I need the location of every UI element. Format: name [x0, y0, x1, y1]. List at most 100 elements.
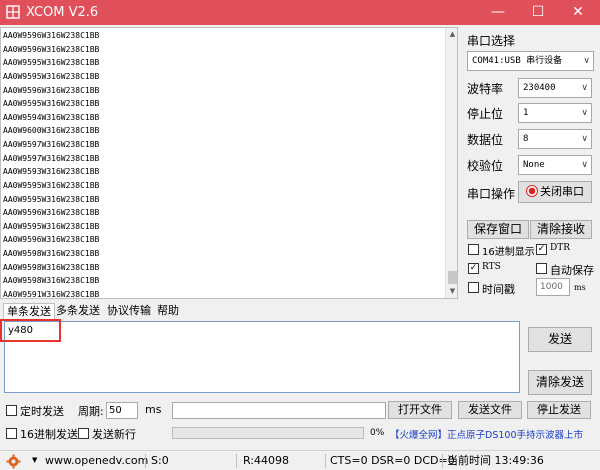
promo-link[interactable]: 【火爆全网】正点原子DS100手持示波器上市 [390, 427, 583, 441]
scroll-thumb[interactable] [448, 271, 457, 284]
baud-value: 230400 [523, 83, 556, 93]
hex-send-label: 16进制发送 [20, 428, 78, 441]
close-port-button[interactable]: 关闭串口 [518, 181, 592, 203]
website-label[interactable]: www.openedv.com [45, 451, 148, 470]
receive-line: AA0W9595W316W238C1BB [3, 58, 100, 68]
timed-send-label: 定时发送 [20, 405, 64, 418]
gear-icon[interactable] [6, 454, 21, 469]
chevron-down-icon: ∨ [581, 134, 588, 144]
main-window: AA0W9596W316W238C1BB AA0W9596W316W238C1BB… [0, 25, 600, 450]
status-separator [442, 454, 443, 468]
open-file-button[interactable]: 打开文件 [388, 401, 452, 419]
stopbits-select[interactable]: 1 ∨ [518, 103, 592, 123]
period-label: 周期: [78, 405, 104, 418]
timestamp-checkbox[interactable] [468, 282, 479, 293]
databits-label: 数据位 [467, 133, 504, 147]
send-label: 发送 [547, 332, 572, 346]
clear-receive-button[interactable]: 清除接收 [530, 220, 592, 239]
receive-line: AA0W9591W316W238C1BB [3, 289, 100, 299]
period-input[interactable]: 50 [106, 402, 138, 419]
baud-label: 波特率 [467, 82, 504, 96]
hex-send-checkbox[interactable] [6, 428, 17, 439]
send-newline-label: 发送新行 [92, 428, 136, 441]
receive-line: AA0W9595W316W238C1BB [3, 221, 100, 231]
receive-line: AA0W9598W316W238C1BB [3, 276, 100, 286]
port-operation-label: 串口操作 [467, 187, 516, 201]
receive-line: AA0W9596W316W238C1BB [3, 44, 100, 54]
close-window-button[interactable]: ✕ [558, 0, 598, 25]
scroll-up-icon[interactable]: ▲ [446, 28, 457, 41]
auto-save-label: 自动保存 [550, 264, 594, 277]
promo-bracket: 【火爆全网】 [390, 430, 448, 441]
receive-line: AA0W9598W316W238C1BB [3, 249, 100, 258]
receive-line: AA0W9600W316W238C1BB [3, 126, 100, 136]
timed-send-checkbox[interactable] [6, 405, 17, 416]
send-input[interactable]: y480 [4, 321, 520, 393]
minimize-button[interactable]: — [478, 0, 518, 25]
receive-line: AA0W9598W316W238C1BB [3, 262, 100, 272]
port-select[interactable]: COM41:USB 串行设备 ∨ [467, 51, 594, 71]
xcom-logo-icon [6, 5, 20, 19]
baud-select[interactable]: 230400 ∨ [518, 78, 592, 98]
timestamp-unit: ms [574, 283, 586, 292]
received-count: R:44098 [243, 454, 290, 467]
tab-single-send[interactable]: 单条发送 [3, 303, 55, 319]
receive-line: AA0W9594W316W238C1BB [3, 112, 100, 122]
rts-checkbox[interactable]: ✓ [468, 263, 479, 274]
timestamp-label: 时间戳 [482, 283, 515, 296]
promo-text: 正点原子DS100手持示波器上市 [447, 430, 583, 441]
tab-protocol[interactable]: 协议传输 [104, 303, 154, 319]
sent-count: S:0 [151, 454, 169, 467]
window-title: XCOM V2.6 [26, 5, 99, 20]
receive-line: AA0W9596W316W238C1BB [3, 235, 100, 245]
receive-line: AA0W9595W316W238C1BB [3, 180, 100, 190]
port-select-value: COM41:USB 串行设备 [472, 56, 563, 66]
save-window-label: 保存窗口 [473, 222, 522, 236]
stop-send-button[interactable]: 停止发送 [527, 401, 591, 419]
chevron-down-icon: ∨ [583, 56, 590, 66]
chevron-down-icon: ∨ [581, 83, 588, 93]
send-newline-checkbox[interactable] [78, 428, 89, 439]
status-bar: ▼ www.openedv.com S:0 R:44098 CTS=0 DSR=… [0, 450, 600, 470]
settings-menu-icon[interactable]: ▼ [32, 451, 37, 470]
maximize-button[interactable]: ☐ [518, 0, 558, 25]
hex-display-checkbox[interactable] [468, 244, 479, 255]
rts-label: RTS [482, 262, 501, 272]
stopbits-label: 停止位 [467, 107, 504, 121]
stop-send-label: 停止发送 [537, 403, 581, 416]
dtr-label: DTR [550, 243, 570, 253]
serial-settings-panel: 串口选择 COM41:USB 串行设备 ∨ 波特率 230400 ∨ 停止位 1 ∨ … [460, 25, 600, 315]
auto-save-checkbox[interactable] [536, 263, 547, 274]
clear-send-label: 清除发送 [535, 375, 584, 389]
send-file-label: 发送文件 [468, 403, 512, 416]
tab-multi-send[interactable]: 多条发送 [53, 303, 103, 319]
hex-display-label: 16进制显示 [482, 247, 535, 258]
status-separator [236, 454, 237, 468]
receive-line: AA0W9595W316W238C1BB [3, 194, 100, 204]
databits-select[interactable]: 8 ∨ [518, 129, 592, 149]
receive-line: AA0W9596W316W238C1BB [3, 85, 100, 95]
highlight-box [0, 319, 61, 342]
progress-percent: 0% [370, 428, 385, 438]
dtr-checkbox[interactable]: ✓ [536, 244, 547, 255]
receive-scrollbar[interactable]: ▲ ▼ [445, 28, 457, 298]
receive-line: AA0W9597W316W238C1BB [3, 153, 100, 163]
close-port-label: 关闭串口 [540, 185, 584, 198]
scroll-down-icon[interactable]: ▼ [446, 285, 457, 298]
send-button[interactable]: 发送 [528, 327, 592, 352]
send-file-button[interactable]: 发送文件 [458, 401, 522, 419]
receive-line: AA0W9596W316W238C1BB [3, 208, 100, 218]
stopbits-value: 1 [523, 108, 529, 118]
parity-value: None [523, 160, 545, 170]
save-window-button[interactable]: 保存窗口 [467, 220, 529, 239]
receive-text: AA0W9596W316W238C1BB AA0W9596W316W238C1BB… [3, 29, 100, 299]
file-path-input[interactable] [172, 402, 386, 419]
databits-value: 8 [523, 134, 529, 144]
send-progress-bar [172, 427, 364, 439]
timestamp-interval-input[interactable]: 1000 [536, 278, 570, 296]
parity-select[interactable]: None ∨ [518, 155, 592, 175]
tab-help[interactable]: 帮助 [154, 303, 182, 319]
chevron-down-icon: ∨ [581, 108, 588, 118]
clear-send-button[interactable]: 清除发送 [528, 370, 592, 395]
receive-area[interactable]: AA0W9596W316W238C1BB AA0W9596W316W238C1BB… [0, 27, 458, 299]
